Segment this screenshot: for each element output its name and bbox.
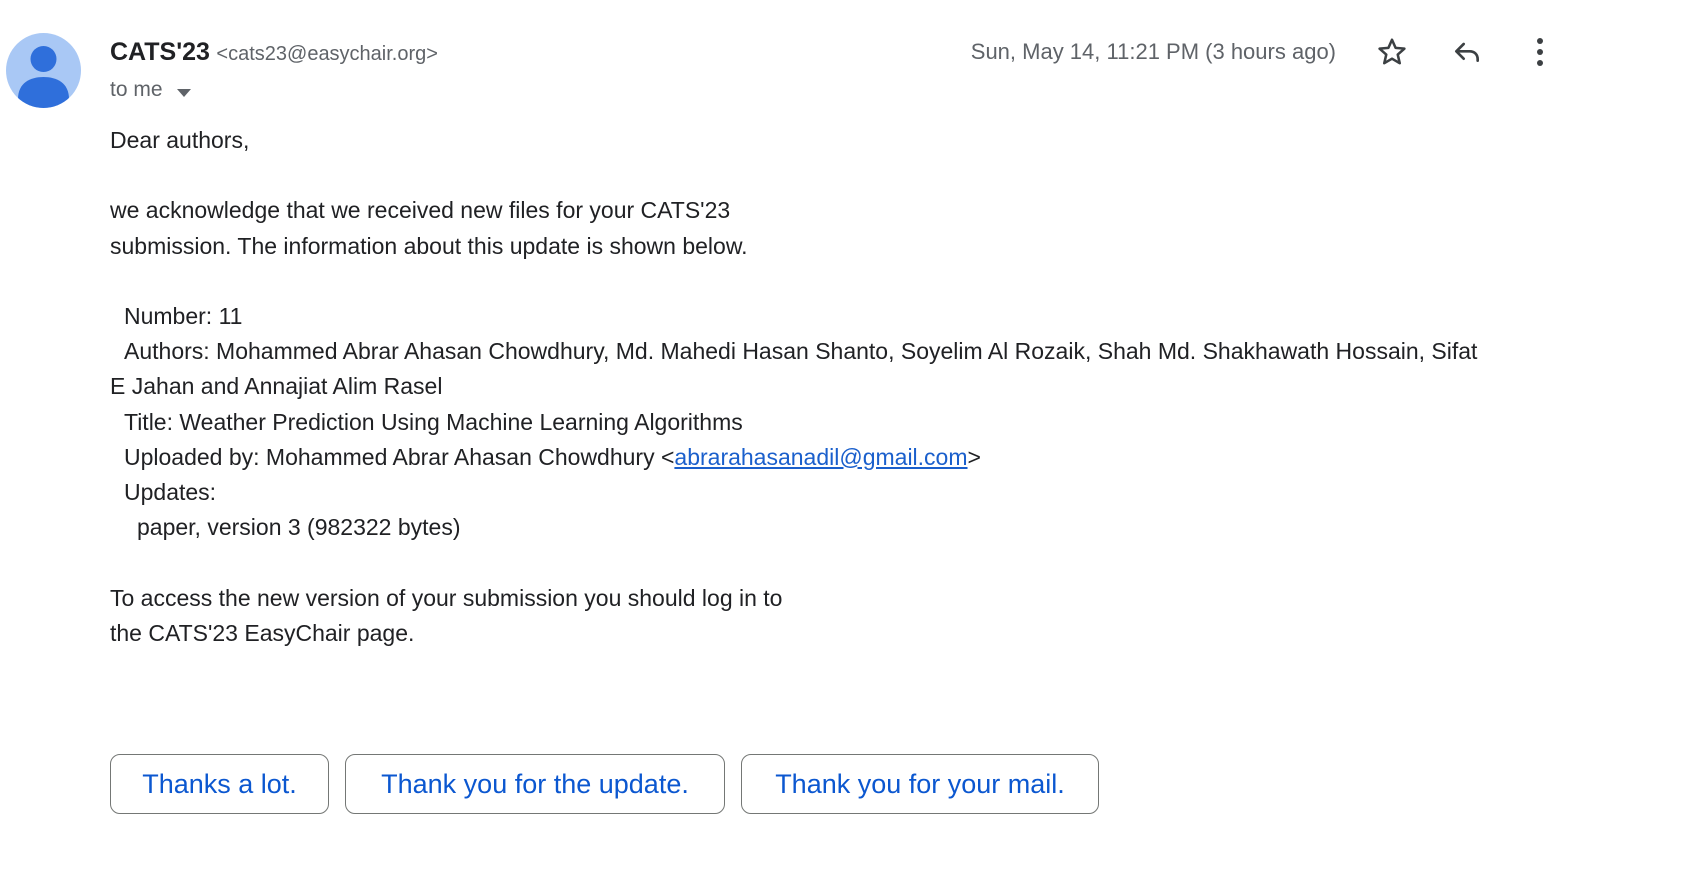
message-date: Sun, May 14, 11:21 PM (3 hours ago) (970, 39, 1336, 64)
email-message-view: CATS'23 <cats23@easychair.org> to me Sun… (0, 0, 1688, 894)
sender-name[interactable]: CATS'23 (110, 38, 210, 66)
greeting: Dear authors, (110, 127, 250, 153)
submission-title: Title: Weather Prediction Using Machine … (124, 408, 743, 435)
reply-button[interactable] (1445, 30, 1489, 74)
body-line: we acknowledge that we received new file… (110, 197, 731, 224)
caret-down-icon[interactable] (176, 77, 191, 105)
more-vertical-icon (1537, 38, 1543, 66)
star-button[interactable] (1370, 30, 1414, 74)
star-outline-icon (1378, 38, 1406, 65)
smart-reply-button[interactable]: Thank you for the update. (345, 754, 725, 814)
body-line: submission. The information about this u… (110, 232, 748, 259)
person-avatar-icon (18, 46, 69, 108)
update-item: paper, version 3 (982322 bytes) (137, 514, 461, 541)
more-options-button[interactable] (1518, 30, 1562, 74)
smart-reply-bar: Thanks a lot. Thank you for the update. … (110, 754, 1099, 814)
sender-avatar[interactable] (6, 33, 81, 108)
sender-email: <cats23@easychair.org> (216, 43, 438, 65)
recipient-label: to me (110, 78, 163, 101)
submission-authors-continued: E Jahan and Annajiat Alim Rasel (110, 373, 443, 400)
submission-number: Number: 11 (124, 302, 243, 329)
sender-line: CATS'23 <cats23@easychair.org> (110, 36, 438, 72)
uploader-suffix: > (967, 443, 981, 470)
submission-authors: Authors: Mohammed Abrar Ahasan Chowdhury… (124, 338, 1478, 365)
updates-label: Updates: (124, 479, 217, 505)
smart-reply-button[interactable]: Thank you for your mail. (741, 754, 1099, 814)
recipient-details-toggle[interactable]: to me (110, 75, 191, 105)
uploader-prefix: Uploaded by: Mohammed Abrar Ahasan Chowd… (124, 443, 675, 470)
reply-arrow-icon (1455, 42, 1479, 62)
body-line: the CATS'23 EasyChair page. (110, 619, 415, 646)
message-body: Dear authors, we acknowledge that we rec… (110, 123, 1560, 651)
uploader-email-link[interactable]: abrarahasanadil@gmail.com (674, 444, 967, 470)
smart-reply-button[interactable]: Thanks a lot. (110, 754, 329, 814)
submission-uploader: Uploaded by: Mohammed Abrar Ahasan Chowd… (110, 440, 1560, 475)
body-line: To access the new version of your submis… (110, 584, 783, 611)
